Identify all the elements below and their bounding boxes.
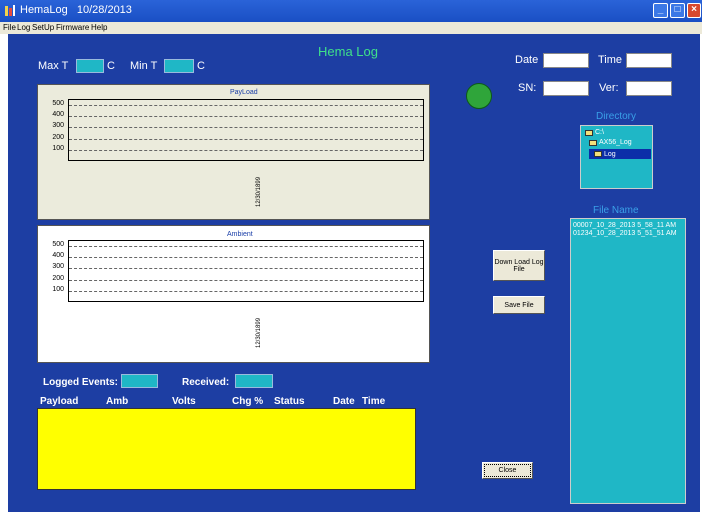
folder-icon <box>585 129 593 136</box>
file-item[interactable]: 01234_10_28_2013 5_51_51 AM <box>573 230 677 238</box>
logged-events-field[interactable] <box>121 374 158 388</box>
log-events-list[interactable] <box>37 408 416 490</box>
directory-tree[interactable]: C:\ AX56_Log Log <box>580 125 653 189</box>
directory-label: Directory <box>596 111 637 122</box>
column-time: Time <box>362 396 386 407</box>
ambient-x-tick: 12/30/1899 <box>256 317 262 348</box>
ambient-ytick-500: 500 <box>52 241 64 248</box>
ambient-chart-panel: Ambient 500 400 300 200 100 12/30/1899 <box>37 225 430 363</box>
payload-ytick-300: 300 <box>52 122 64 129</box>
menu-bar: File Log SetUp Firmware Help <box>0 22 702 34</box>
file-name-label: File Name <box>593 205 639 216</box>
max-t-unit: C <box>107 60 115 72</box>
payload-ytick-400: 400 <box>52 111 64 118</box>
min-t-field[interactable] <box>164 59 194 73</box>
time-label: Time <box>598 54 623 66</box>
close-window-button[interactable]: × <box>687 3 701 18</box>
column-date: Date <box>333 396 355 407</box>
payload-gridline <box>69 139 423 140</box>
window-title: HemaLog 10/28/2013 <box>20 4 132 16</box>
column-payload: Payload <box>40 396 79 407</box>
directory-item-log[interactable]: Log <box>589 149 651 159</box>
ambient-ytick-200: 200 <box>52 275 64 282</box>
menu-firmware[interactable]: Firmware <box>56 22 89 34</box>
ambient-ytick-400: 400 <box>52 252 64 259</box>
min-t-unit: C <box>197 60 205 72</box>
ver-field[interactable] <box>626 81 672 96</box>
payload-ytick-200: 200 <box>52 134 64 141</box>
min-t-label: Min T <box>130 60 158 72</box>
ambient-chart-title: Ambient <box>227 231 253 238</box>
ambient-plot-area <box>68 240 424 302</box>
ambient-gridline <box>69 246 423 247</box>
payload-plot-area <box>68 99 424 161</box>
maximize-button[interactable]: □ <box>670 3 685 18</box>
save-file-button[interactable]: Save File <box>493 296 545 314</box>
payload-ytick-500: 500 <box>52 100 64 107</box>
app-icon <box>4 4 16 17</box>
folder-open-icon <box>594 151 602 157</box>
ambient-gridline <box>69 257 423 258</box>
file-list[interactable]: 00007_10_28_2013 5_58_11 AM 01234_10_28_… <box>570 218 686 504</box>
payload-chart-panel: PayLoad 500 400 300 200 100 12/30/1899 <box>37 84 430 220</box>
payload-gridline <box>69 127 423 128</box>
ambient-ytick-300: 300 <box>52 263 64 270</box>
menu-help[interactable]: Help <box>91 22 107 34</box>
payload-gridline <box>69 116 423 117</box>
payload-x-tick: 12/30/1899 <box>256 176 262 207</box>
minimize-button[interactable]: _ <box>653 3 668 18</box>
ambient-gridline <box>69 280 423 281</box>
sn-label: SN: <box>518 82 537 94</box>
close-button[interactable]: Close <box>482 462 533 479</box>
payload-gridline <box>69 150 423 151</box>
directory-item-label: C:\ <box>595 129 604 136</box>
menu-log[interactable]: Log <box>17 22 30 34</box>
column-status: Status <box>274 396 305 407</box>
page-title: Hema Log <box>318 44 378 59</box>
ambient-ytick-100: 100 <box>52 286 64 293</box>
status-indicator <box>466 83 492 109</box>
file-item[interactable]: 00007_10_28_2013 5_58_11 AM <box>573 222 676 230</box>
ambient-gridline <box>69 268 423 269</box>
column-amb: Amb <box>106 396 129 407</box>
title-bar: HemaLog 10/28/2013 _ □ × <box>0 0 702 22</box>
payload-gridline <box>69 105 423 106</box>
sn-field[interactable] <box>543 81 589 96</box>
max-t-label: Max T <box>38 60 69 72</box>
ver-label: Ver: <box>599 82 619 94</box>
received-field[interactable] <box>235 374 273 388</box>
menu-file[interactable]: File <box>3 22 16 34</box>
payload-chart-title: PayLoad <box>230 89 258 96</box>
menu-setup[interactable]: SetUp <box>32 22 54 34</box>
logged-events-label: Logged Events: <box>43 377 119 388</box>
time-field[interactable] <box>626 53 672 68</box>
max-t-field[interactable] <box>76 59 104 73</box>
folder-open-icon <box>589 139 597 146</box>
download-log-button[interactable]: Down Load Log File <box>493 250 545 281</box>
date-field[interactable] <box>543 53 589 68</box>
directory-item-label: Log <box>604 150 616 158</box>
directory-item-ax56[interactable]: AX56_Log <box>589 139 632 146</box>
ambient-gridline <box>69 291 423 292</box>
date-label: Date <box>515 54 539 66</box>
directory-item-label: AX56_Log <box>599 139 632 146</box>
received-label: Received: <box>182 377 230 388</box>
column-chg: Chg % <box>232 396 264 407</box>
column-volts: Volts <box>172 396 196 407</box>
payload-ytick-100: 100 <box>52 145 64 152</box>
directory-item-root[interactable]: C:\ <box>585 129 604 136</box>
